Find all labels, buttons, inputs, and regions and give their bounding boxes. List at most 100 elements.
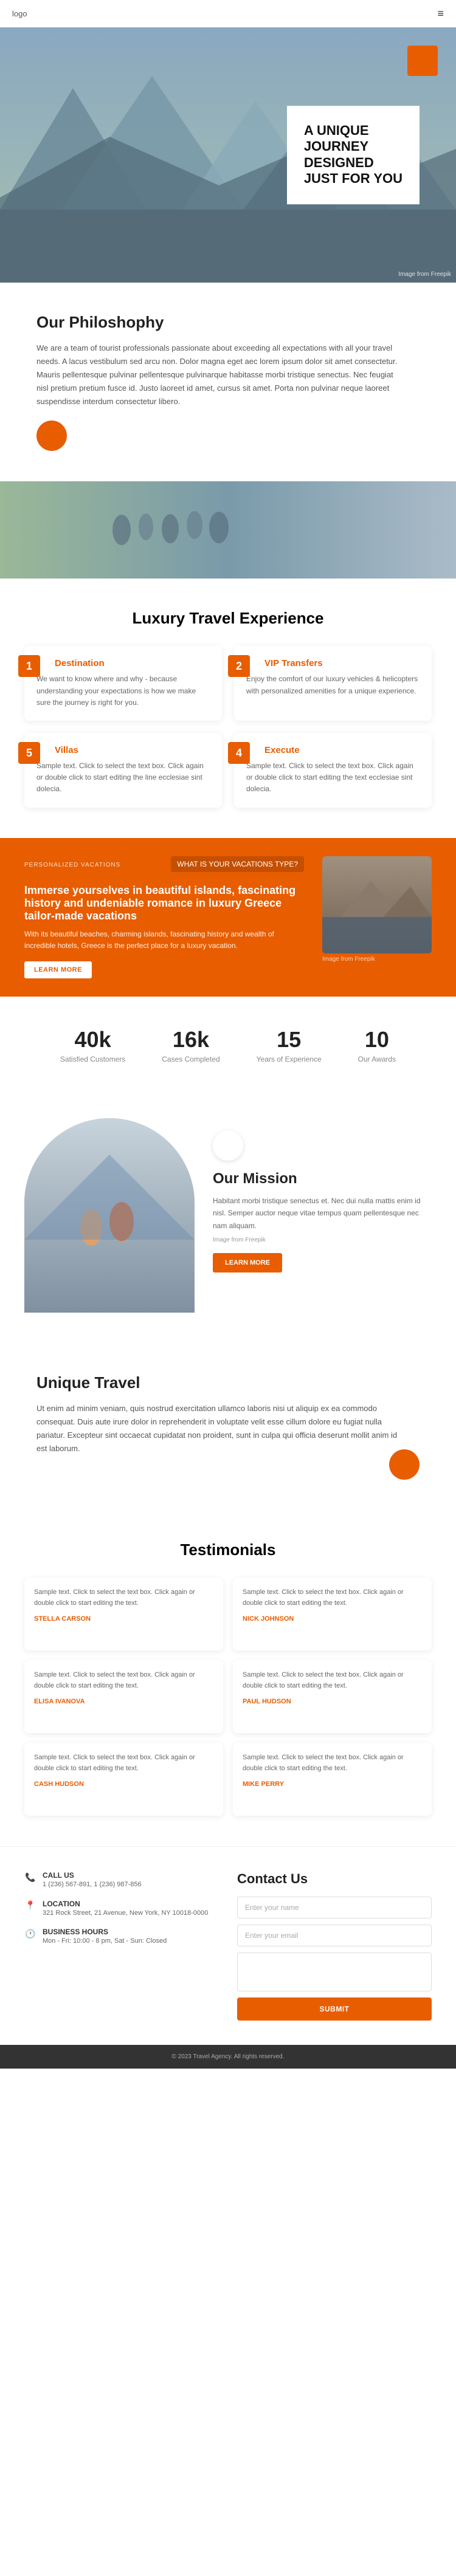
stat-cases: 16k Cases Completed	[162, 1027, 219, 1063]
mission-image-credit: Image from Freepik	[213, 1237, 432, 1243]
luxury-card-execute: 4 Execute Sample text. Click to select t…	[234, 733, 432, 808]
card-title-execute: Execute	[246, 745, 420, 755]
hours-text: Mon - Fri: 10:00 - 8 pm, Sat - Sun: Clos…	[43, 1936, 167, 1946]
navbar: logo ≡	[0, 0, 456, 27]
card-number-4: 4	[228, 742, 250, 764]
stat-number-15: 15	[257, 1027, 322, 1053]
mission-inner: Our Mission Habitant morbi tristique sen…	[24, 1118, 432, 1313]
mission-learn-more-button[interactable]: LEARN MORE	[213, 1253, 282, 1273]
contact-form-title: Contact Us	[237, 1871, 432, 1887]
contact-section: 📞 CALL US 1 (236) 567-891, 1 (236) 987-8…	[0, 1846, 456, 2045]
clock-icon: 🕐	[24, 1928, 36, 1940]
testimonial-name-3: PAUL HUDSON	[243, 1698, 422, 1705]
unique-text: Ut enim ad minim veniam, quis nostrud ex…	[36, 1402, 401, 1455]
stat-number-16k: 16k	[162, 1027, 219, 1053]
testimonial-name-0: STELLA CARSON	[34, 1615, 213, 1623]
luxury-card-villas: 5 Villas Sample text. Click to select th…	[24, 733, 222, 808]
unique-title: Unique Travel	[36, 1373, 420, 1392]
personalized-image	[322, 856, 432, 953]
card-text-destination: We want to know where and why - because …	[36, 673, 210, 709]
stat-experience: 15 Years of Experience	[257, 1027, 322, 1063]
testimonials-grid: Sample text. Click to select the text bo…	[24, 1578, 432, 1816]
contact-form: SUBMIT	[237, 1897, 432, 2021]
mission-image-svg	[24, 1118, 195, 1313]
stats-section: 40k Satisfied Customers 16k Cases Comple…	[0, 997, 456, 1094]
card-text-vip: Enjoy the comfort of our luxury vehicles…	[246, 673, 420, 696]
testimonial-name-1: NICK JOHNSON	[243, 1615, 422, 1623]
testimonial-card-5: Sample text. Click to select the text bo…	[233, 1743, 432, 1816]
mission-content: Our Mission Habitant morbi tristique sen…	[213, 1118, 432, 1273]
submit-button[interactable]: SUBMIT	[237, 1997, 432, 2021]
card-title-destination: Destination	[36, 658, 210, 668]
contact-info: 📞 CALL US 1 (236) 567-891, 1 (236) 987-8…	[24, 1871, 219, 2021]
testimonial-text-3: Sample text. Click to select the text bo…	[243, 1670, 422, 1691]
card-number-2: 2	[228, 655, 250, 677]
hero-orange-accent	[407, 46, 438, 76]
contact-hours-details: BUSINESS HOURS Mon - Fri: 10:00 - 8 pm, …	[43, 1928, 167, 1946]
phone-number: 1 (236) 567-891, 1 (236) 987-856	[43, 1880, 142, 1890]
personalized-right: Image from Freepik	[322, 856, 432, 963]
personalized-text: With its beautiful beaches, charming isl…	[24, 929, 304, 952]
hours-label: BUSINESS HOURS	[43, 1928, 167, 1936]
luxury-cards-grid: 1 Destination We want to know where and …	[24, 646, 432, 807]
footer: © 2023 Travel Agency. All rights reserve…	[0, 2045, 456, 2069]
travel-banner-svg	[0, 481, 456, 579]
stat-label-awards: Our Awards	[358, 1055, 396, 1063]
stat-number-40k: 40k	[60, 1027, 125, 1053]
luxury-card-vip: 2 VIP Transfers Enjoy the comfort of our…	[234, 646, 432, 721]
philosophy-orange-circle	[36, 421, 67, 451]
unique-orange-circle	[389, 1449, 420, 1480]
travel-banner-image	[0, 481, 456, 579]
personalized-section: PERSONALIZED VACATIONS WHAT IS YOUR VACA…	[0, 838, 456, 997]
philosophy-section: Our Philoshophy We are a team of tourist…	[0, 283, 456, 481]
testimonial-text-4: Sample text. Click to select the text bo…	[34, 1753, 213, 1774]
stat-number-10: 10	[358, 1027, 396, 1053]
card-text-execute: Sample text. Click to select the text bo…	[246, 760, 420, 795]
contact-phone-details: CALL US 1 (236) 567-891, 1 (236) 987-856	[43, 1871, 142, 1890]
personalized-tag: PERSONALIZED VACATIONS	[24, 862, 120, 868]
personalized-image-credit: Image from Freepik	[322, 956, 432, 963]
mission-text: Habitant morbi tristique senectus et. Ne…	[213, 1195, 432, 1232]
phone-icon: 📞	[24, 1871, 36, 1883]
testimonial-card-2: Sample text. Click to select the text bo…	[24, 1660, 223, 1733]
testimonial-text-5: Sample text. Click to select the text bo…	[243, 1753, 422, 1774]
philosophy-text: We are a team of tourist professionals p…	[36, 342, 401, 408]
mission-title: Our Mission	[213, 1170, 432, 1187]
luxury-title: Luxury Travel Experience	[24, 609, 432, 628]
testimonial-text-1: Sample text. Click to select the text bo…	[243, 1587, 422, 1609]
hero-content-box: A UNIQUE JOURNEY DESIGNED JUST FOR YOU	[287, 106, 420, 204]
stat-label-satisfied: Satisfied Customers	[60, 1055, 125, 1063]
hamburger-icon[interactable]: ≡	[437, 7, 444, 20]
testimonial-card-3: Sample text. Click to select the text bo…	[233, 1660, 432, 1733]
stat-satisfied: 40k Satisfied Customers	[60, 1027, 125, 1063]
contact-location-item: 📍 LOCATION 321 Rock Street, 21 Avenue, N…	[24, 1900, 219, 1918]
card-text-villas: Sample text. Click to select the text bo…	[36, 760, 210, 795]
personalized-image-svg	[322, 856, 432, 953]
address-text: 321 Rock Street, 21 Avenue, New York, NY…	[43, 1908, 208, 1918]
mission-section: Our Mission Habitant morbi tristique sen…	[0, 1094, 456, 1343]
learn-more-button[interactable]: LEARN MORE	[24, 961, 92, 978]
hero-section: A UNIQUE JOURNEY DESIGNED JUST FOR YOU I…	[0, 27, 456, 283]
stat-label-experience: Years of Experience	[257, 1055, 322, 1063]
location-icon: 📍	[24, 1900, 36, 1912]
contact-hours-item: 🕐 BUSINESS HOURS Mon - Fri: 10:00 - 8 pm…	[24, 1928, 219, 1946]
contact-name-input[interactable]	[237, 1897, 432, 1918]
testimonial-name-4: CASH HUDSON	[34, 1781, 213, 1788]
contact-message-input[interactable]	[237, 1953, 432, 1991]
testimonial-name-2: ELISA IVANOVA	[34, 1698, 213, 1705]
travel-banner	[0, 481, 456, 579]
card-number-1: 1	[18, 655, 40, 677]
location-label: LOCATION	[43, 1900, 208, 1908]
footer-text: © 2023 Travel Agency. All rights reserve…	[171, 2053, 284, 2060]
logo: logo	[12, 9, 27, 18]
testimonials-section: Testimonials Sample text. Click to selec…	[0, 1510, 456, 1846]
personalized-left: PERSONALIZED VACATIONS WHAT IS YOUR VACA…	[24, 856, 304, 978]
testimonials-title: Testimonials	[24, 1540, 432, 1559]
call-us-label: CALL US	[43, 1871, 142, 1880]
stat-awards: 10 Our Awards	[358, 1027, 396, 1063]
card-title-villas: Villas	[36, 745, 210, 755]
contact-email-input[interactable]	[237, 1925, 432, 1946]
card-number-5: 5	[18, 742, 40, 764]
hero-image-credit: Image from Freepik	[398, 271, 451, 278]
philosophy-title: Our Philoshophy	[36, 313, 420, 332]
